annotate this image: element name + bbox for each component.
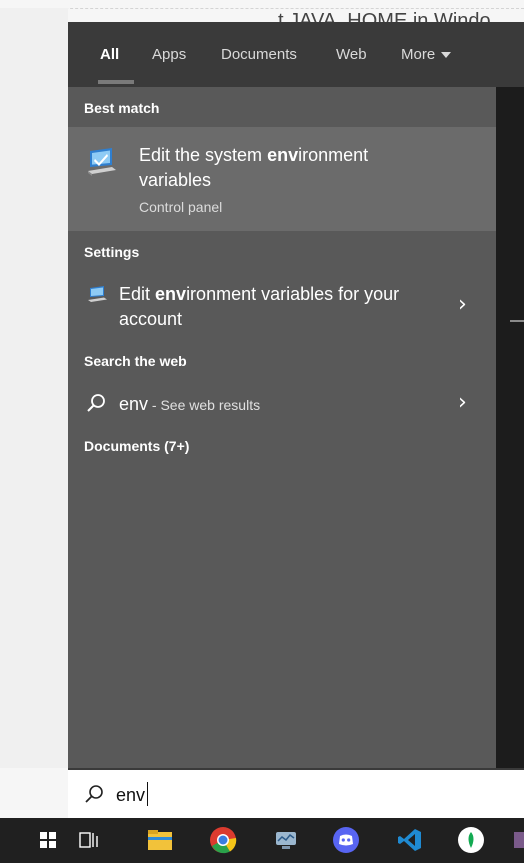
chevron-right-icon[interactable]: › <box>458 292 467 317</box>
section-search-web: Search the web <box>84 353 187 369</box>
best-match-result[interactable]: Edit the system environment variables Co… <box>68 127 496 231</box>
task-view-icon[interactable] <box>73 824 105 856</box>
best-match-title-highlight: env <box>267 145 299 165</box>
section-documents[interactable]: Documents (7+) <box>84 438 189 454</box>
web-search-result[interactable]: env - See web results › <box>68 390 496 420</box>
active-tab-indicator <box>98 80 134 84</box>
tab-documents[interactable]: Documents <box>221 46 297 63</box>
folder-icon[interactable] <box>144 824 176 856</box>
preview-divider <box>510 320 524 322</box>
tab-apps[interactable]: Apps <box>152 46 186 63</box>
preview-pane <box>496 87 524 768</box>
best-match-title-part: Edit the system <box>139 145 268 165</box>
tab-all[interactable]: All <box>100 46 119 63</box>
network-monitor-icon[interactable] <box>270 824 302 856</box>
computer-settings-icon <box>84 145 118 183</box>
background-margin <box>0 8 68 768</box>
settings-text-part: Edit <box>119 284 156 304</box>
computer-settings-icon <box>86 285 108 309</box>
section-best-match: Best match <box>84 100 160 116</box>
background-divider <box>0 0 524 9</box>
overflow-app-icon[interactable] <box>510 824 524 856</box>
best-match-title: Edit the system environment variables <box>139 143 439 193</box>
search-box[interactable] <box>68 768 524 818</box>
settings-result-text: Edit environment variables for your acco… <box>119 282 429 332</box>
search-input[interactable] <box>116 782 496 808</box>
search-icon <box>84 784 104 808</box>
mongodb-leaf-icon[interactable] <box>455 824 487 856</box>
discord-icon[interactable] <box>330 824 362 856</box>
tab-web[interactable]: Web <box>336 46 367 63</box>
settings-result[interactable]: Edit environment variables for your acco… <box>68 282 496 334</box>
web-search-text: env - See web results <box>119 392 260 418</box>
chevron-right-icon[interactable]: › <box>458 390 467 415</box>
tab-more-label: More <box>401 46 436 63</box>
taskbar <box>0 818 524 863</box>
section-settings: Settings <box>84 244 140 260</box>
search-icon <box>86 393 106 417</box>
chrome-icon[interactable] <box>207 824 239 856</box>
text-caret <box>147 782 148 806</box>
web-search-suffix: - See web results <box>148 397 261 413</box>
tab-more[interactable]: More <box>401 46 452 63</box>
web-search-query: env <box>119 394 149 414</box>
settings-text-highlight: env <box>155 284 187 304</box>
caret-down-icon <box>441 52 452 59</box>
vscode-icon[interactable] <box>394 824 426 856</box>
filter-tabs: All Apps Documents Web More <box>68 22 524 87</box>
windows-logo-icon[interactable] <box>32 824 64 856</box>
best-match-subtitle: Control panel <box>139 199 223 215</box>
